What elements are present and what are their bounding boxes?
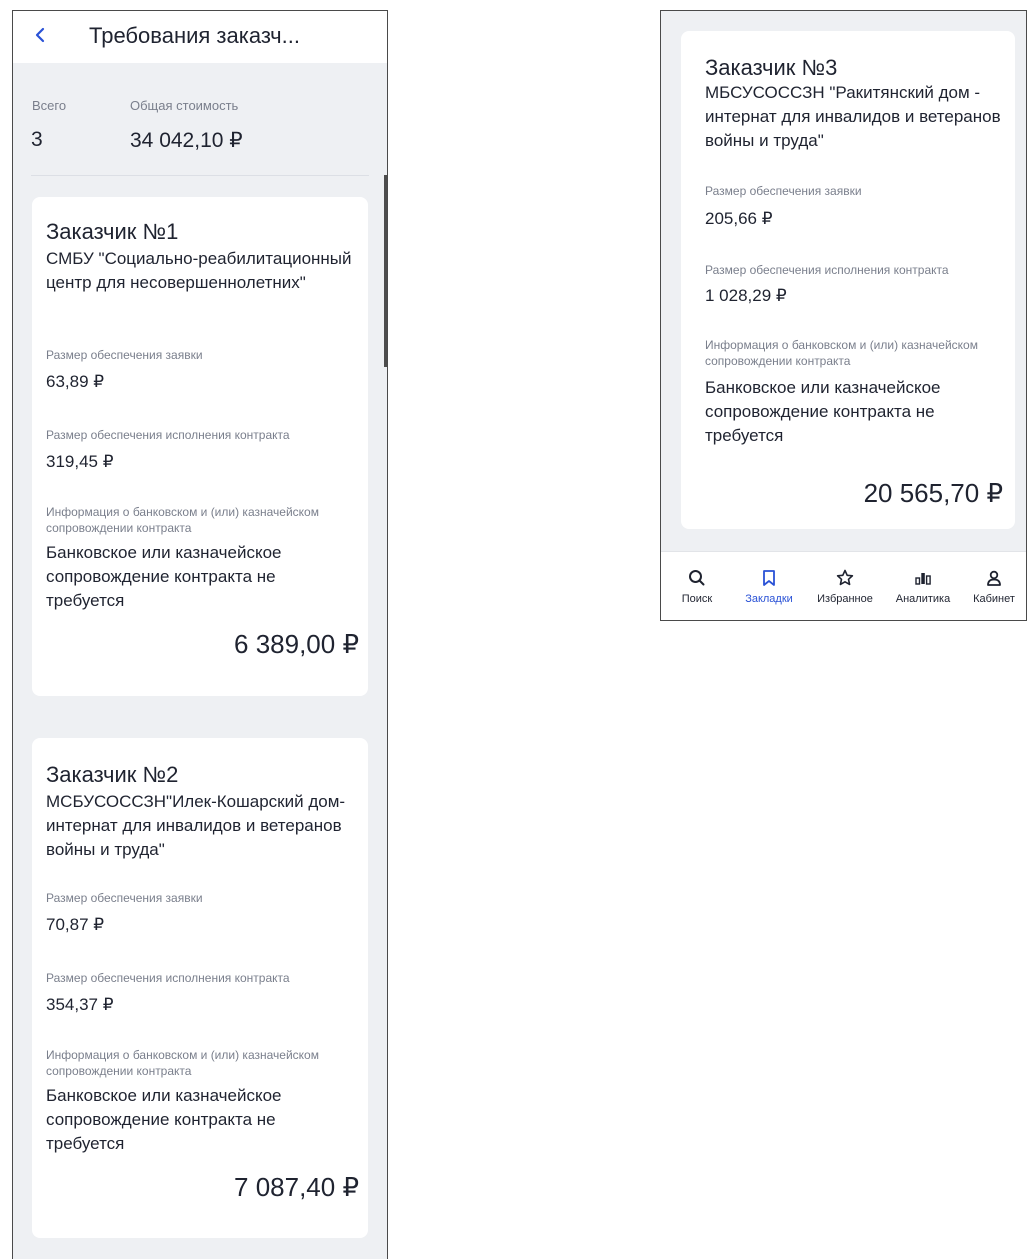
- application-security-value: 63,89 ₽: [46, 372, 105, 391]
- tab-analytics[interactable]: Аналитика: [885, 552, 961, 620]
- bank-info-value: Банковское или казначейское сопровождени…: [705, 378, 941, 445]
- contract-security-value: 1 028,29 ₽: [705, 286, 787, 305]
- search-icon: [661, 568, 733, 588]
- total-count-value: 3: [31, 128, 43, 151]
- contract-security-value: 354,37 ₽: [46, 995, 114, 1014]
- bookmark-icon: [733, 568, 805, 588]
- customer-org: СМБУ "Социально-реабилитационный центр д…: [46, 249, 352, 292]
- analytics-icon: [885, 568, 961, 588]
- page-title: Требования заказч...: [89, 23, 300, 48]
- application-security-label: Размер обеспечения заявки: [46, 348, 203, 362]
- tab-favorites[interactable]: Избранное: [805, 552, 885, 620]
- contract-security-label: Размер обеспечения исполнения контракта: [46, 971, 290, 985]
- application-security-label: Размер обеспечения заявки: [705, 184, 862, 198]
- user-icon: [961, 568, 1026, 588]
- customer-card: Заказчик №3 МБСУСОССЗН "Ракитянский дом …: [681, 31, 1015, 529]
- customer-total: 20 565,70 ₽: [863, 478, 1003, 508]
- tab-bookmarks[interactable]: Закладки: [733, 552, 805, 620]
- back-arrow-icon[interactable]: [33, 24, 53, 46]
- bank-info-label: Информация о банковском и (или) казначей…: [46, 505, 319, 535]
- total-count-label: Всего: [32, 98, 67, 113]
- contract-security-label: Размер обеспечения исполнения контракта: [705, 263, 949, 277]
- total-cost-label: Общая стоимость: [130, 98, 239, 113]
- customer-org: МБСУСОССЗН "Ракитянский дом - интернат д…: [705, 83, 1001, 150]
- tab-label: Поиск: [681, 593, 713, 605]
- customer-card: Заказчик №2 МСБУСОССЗН"Илек-Кошарский до…: [32, 738, 368, 1238]
- customer-card: Заказчик №1 СМБУ "Социально-реабилитацио…: [32, 197, 368, 696]
- tab-cabinet[interactable]: Кабинет: [961, 552, 1026, 620]
- customer-total: 7 087,40 ₽: [234, 1172, 359, 1202]
- right-screen: Заказчик №3 МБСУСОССЗН "Ракитянский дом …: [660, 10, 1027, 621]
- tab-label: Кабинет: [973, 593, 1015, 605]
- application-security-value: 70,87 ₽: [46, 915, 105, 934]
- app-header: Требования заказч...: [13, 11, 387, 63]
- customer-title: Заказчик №1: [46, 219, 179, 244]
- tab-search[interactable]: Поиск: [661, 552, 733, 620]
- contract-security-value: 319,45 ₽: [46, 452, 114, 471]
- left-screen: Требования заказч... Всего Общая стоимос…: [12, 10, 388, 1259]
- bank-info-label: Информация о банковском и (или) казначей…: [705, 338, 978, 368]
- contract-security-label: Размер обеспечения исполнения контракта: [46, 428, 290, 442]
- tab-label: Аналитика: [895, 593, 951, 605]
- bank-info-label: Информация о банковском и (или) казначей…: [46, 1048, 319, 1078]
- tab-label: Избранное: [817, 593, 873, 605]
- customer-title: Заказчик №2: [46, 762, 179, 787]
- application-security-value: 205,66 ₽: [705, 209, 773, 228]
- customer-title: Заказчик №3: [705, 55, 838, 80]
- application-security-label: Размер обеспечения заявки: [46, 891, 203, 905]
- bank-info-value: Банковское или казначейское сопровождени…: [46, 1086, 282, 1153]
- scrollbar[interactable]: [384, 175, 387, 367]
- customer-total: 6 389,00 ₽: [234, 629, 359, 659]
- total-cost-value: 34 042,10 ₽: [130, 129, 243, 152]
- tab-label: Закладки: [745, 593, 793, 605]
- bank-info-value: Банковское или казначейское сопровождени…: [46, 543, 282, 610]
- customer-org: МСБУСОССЗН"Илек-Кошарский дом-интернат д…: [46, 792, 346, 859]
- bottom-tab-bar: Поиск Закладки Избранное Аналитика Кабин…: [661, 551, 1026, 620]
- star-icon: [805, 568, 885, 588]
- divider: [31, 175, 369, 176]
